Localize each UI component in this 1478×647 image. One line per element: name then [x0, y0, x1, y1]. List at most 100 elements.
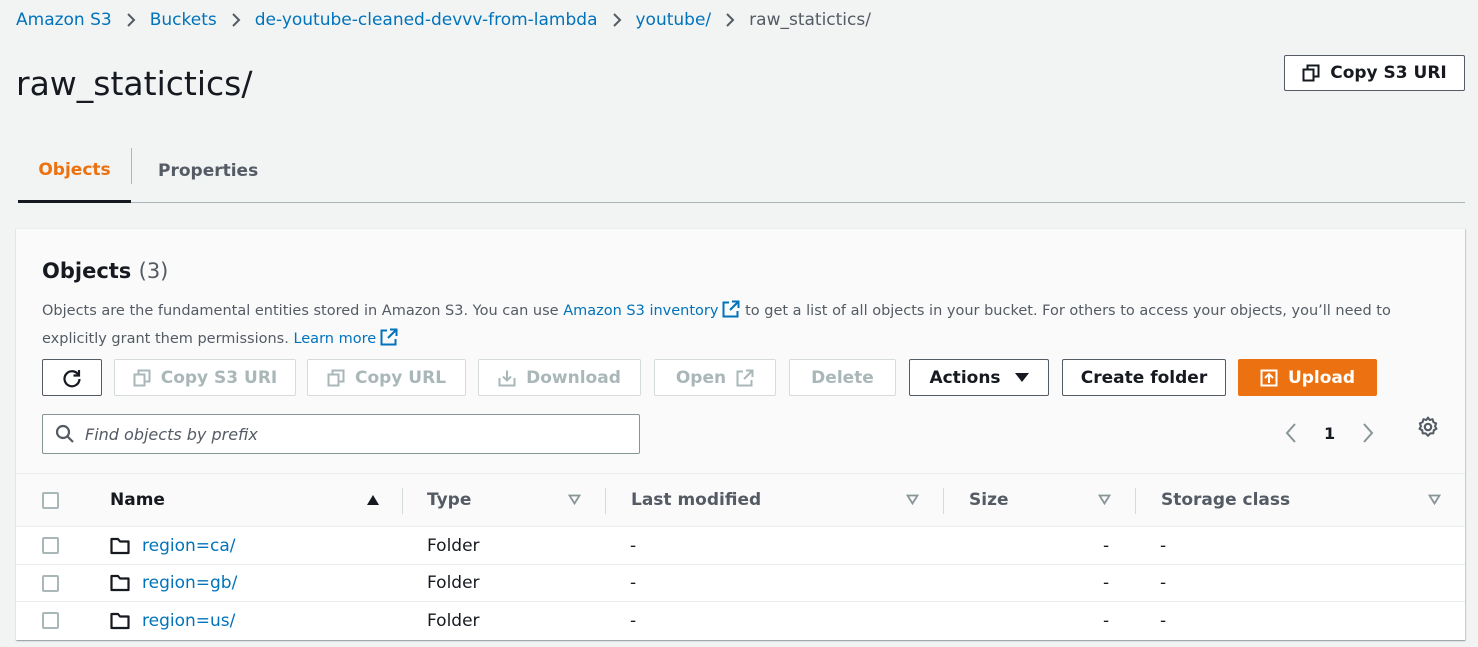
folder-link[interactable]: region=gb/ — [142, 573, 237, 593]
sort-icon[interactable] — [1428, 494, 1441, 505]
column-header-storage-class[interactable]: Storage class — [1161, 474, 1290, 526]
copy-s3-uri-button[interactable]: Copy S3 URI — [114, 359, 296, 396]
create-folder-button[interactable]: Create folder — [1062, 359, 1226, 396]
copy-s3-uri-header-button[interactable]: Copy S3 URI — [1284, 55, 1465, 91]
type-cell: Folder — [427, 573, 480, 593]
type-cell: Folder — [427, 535, 480, 556]
pagination: 1 — [1284, 415, 1375, 451]
page-number[interactable]: 1 — [1324, 424, 1335, 443]
tab-properties[interactable]: Properties — [158, 140, 258, 202]
sort-icon[interactable] — [906, 494, 919, 505]
row-checkbox[interactable] — [42, 565, 59, 602]
sort-icon[interactable] — [568, 494, 581, 505]
delete-button[interactable]: Delete — [789, 359, 896, 396]
chevron-right-icon — [126, 12, 136, 28]
objects-desc-text-1: Objects are the fundamental entities sto… — [42, 303, 564, 319]
refresh-icon — [63, 369, 81, 387]
storage-class-cell: - — [1160, 610, 1167, 631]
learn-more-link[interactable]: Learn more — [293, 328, 398, 347]
objects-count: (3) — [138, 259, 169, 283]
chevron-right-icon[interactable] — [1361, 422, 1375, 444]
search-input[interactable] — [85, 424, 625, 444]
name-cell: region=ca/ — [110, 527, 236, 564]
select-all-checkbox[interactable] — [42, 474, 59, 526]
open-label: Open — [675, 367, 727, 388]
table-row: region=gb/ Folder - - - — [16, 564, 1465, 602]
chevron-right-icon — [231, 12, 241, 28]
objects-panel: Objects (3) Objects are the fundamental … — [16, 228, 1465, 640]
copy-url-label: Copy URL — [354, 367, 447, 388]
folder-link[interactable]: region=us/ — [142, 611, 235, 631]
breadcrumb: Amazon S3 Buckets de-youtube-cleaned-dev… — [16, 10, 871, 30]
external-link-icon — [380, 328, 398, 355]
column-divider — [402, 488, 403, 514]
copy-s3-uri-header-label: Copy S3 URI — [1330, 63, 1447, 83]
caret-down-icon — [1014, 372, 1029, 382]
table-row: region=ca/ Folder - - - — [16, 527, 1465, 565]
copy-icon — [327, 369, 345, 386]
sort-icon[interactable] — [1098, 494, 1111, 505]
row-checkbox[interactable] — [42, 527, 59, 564]
copy-icon — [1302, 64, 1320, 82]
column-divider — [605, 488, 606, 514]
external-link-icon — [736, 369, 754, 386]
open-button[interactable]: Open — [654, 359, 776, 396]
copy-url-button[interactable]: Copy URL — [307, 359, 466, 396]
column-divider — [943, 488, 944, 514]
storage-class-cell: - — [1160, 535, 1167, 556]
upload-label: Upload — [1287, 367, 1356, 388]
size-cell: - — [1103, 610, 1110, 631]
breadcrumb-buckets[interactable]: Buckets — [150, 10, 217, 30]
row-checkbox[interactable] — [42, 602, 59, 639]
tab-objects-label: Objects — [38, 160, 111, 180]
upload-button[interactable]: Upload — [1238, 359, 1377, 396]
create-folder-label: Create folder — [1080, 367, 1208, 388]
table-header: Name Type Last modified Size Storage cla… — [16, 473, 1465, 527]
learn-more-link-label: Learn more — [293, 331, 377, 347]
upload-icon — [1260, 369, 1278, 386]
last-modified-cell: - — [630, 573, 637, 593]
table-row: region=us/ Folder - - - — [16, 602, 1465, 640]
breadcrumb-youtube[interactable]: youtube/ — [636, 10, 712, 30]
chevron-left-icon[interactable] — [1284, 422, 1298, 444]
storage-class-cell: - — [1160, 573, 1167, 593]
last-modified-cell: - — [630, 535, 637, 556]
folder-icon — [110, 537, 130, 555]
sort-ascending-icon[interactable] — [366, 494, 380, 506]
tabs: Objects Properties — [18, 140, 1465, 203]
name-cell: region=us/ — [110, 602, 235, 639]
actions-label: Actions — [929, 367, 1001, 388]
chevron-right-icon — [725, 12, 735, 28]
copy-icon — [133, 369, 151, 386]
tab-properties-label: Properties — [158, 161, 259, 181]
tab-objects[interactable]: Objects — [18, 140, 131, 203]
size-cell: - — [1103, 573, 1110, 593]
delete-label: Delete — [811, 367, 874, 388]
objects-panel-title: Objects (3) — [42, 259, 168, 283]
breadcrumb-bucket[interactable]: de-youtube-cleaned-devvv-from-lambda — [255, 10, 598, 30]
gear-icon[interactable] — [1416, 415, 1440, 439]
download-button[interactable]: Download — [478, 359, 641, 396]
folder-icon — [110, 612, 130, 630]
objects-panel-header: Objects (3) Objects are the fundamental … — [16, 229, 1465, 473]
search-icon — [55, 424, 74, 443]
column-header-name[interactable]: Name — [110, 474, 165, 526]
column-divider — [1135, 488, 1136, 514]
copy-s3-uri-label: Copy S3 URI — [160, 367, 278, 388]
s3-inventory-link-label: Amazon S3 inventory — [563, 303, 719, 319]
actions-dropdown[interactable]: Actions — [909, 359, 1049, 396]
column-header-last-modified[interactable]: Last modified — [631, 474, 761, 526]
objects-title-text: Objects — [42, 259, 132, 283]
folder-link[interactable]: region=ca/ — [142, 536, 236, 556]
column-header-type[interactable]: Type — [427, 474, 471, 526]
objects-table: Name Type Last modified Size Storage cla… — [16, 473, 1465, 640]
column-header-size[interactable]: Size — [969, 474, 1009, 526]
page-title: raw_statictics/ — [16, 64, 253, 103]
breadcrumb-amazon-s3[interactable]: Amazon S3 — [16, 10, 112, 30]
chevron-right-icon — [612, 12, 622, 28]
refresh-button[interactable] — [42, 359, 102, 396]
s3-inventory-link[interactable]: Amazon S3 inventory — [563, 300, 740, 319]
name-cell: region=gb/ — [110, 565, 237, 602]
type-cell: Folder — [427, 610, 480, 631]
download-icon — [498, 370, 516, 386]
